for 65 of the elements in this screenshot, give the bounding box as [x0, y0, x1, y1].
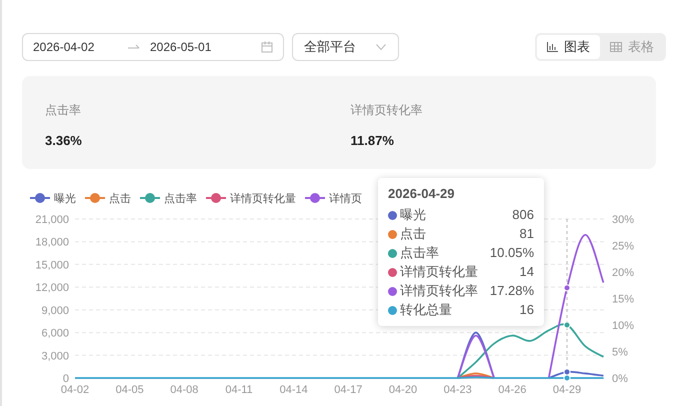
data-point [564, 284, 570, 292]
stat-value: 3.36% [45, 132, 83, 150]
platform-value: 全部平台 [304, 38, 356, 56]
tooltip-title: 2026-04-29 [388, 185, 456, 203]
axis-label: 04-20 [388, 384, 418, 396]
calendar-icon [261, 41, 273, 53]
axis-label: 18,000 [35, 236, 69, 249]
axis-label: 15% [612, 294, 634, 306]
axis-label: 04-26 [498, 384, 526, 396]
legend-marker-icon[interactable] [30, 193, 50, 203]
date-range-field[interactable]: 2026-04-02 2026-05-01 [22, 33, 284, 61]
tooltip-value: 16 [520, 301, 534, 320]
legend-label[interactable]: 详情页 [329, 193, 362, 205]
legend-label[interactable]: 点击率 [164, 193, 197, 205]
data-point [564, 322, 570, 328]
bar-chart-icon [547, 42, 558, 52]
axis-label: 04-02 [60, 384, 90, 396]
legend-label[interactable]: 点击 [109, 193, 131, 205]
platform-select[interactable]: 全部平台 [292, 33, 399, 61]
legend-marker-icon[interactable] [85, 193, 105, 203]
legend-label[interactable]: 详情页转化量 [230, 193, 296, 205]
axis-label: 9,000 [41, 304, 69, 317]
axis-label: 04-17 [334, 384, 362, 396]
view-tab[interactable]: 图表 [537, 35, 600, 59]
axis-label: 04-08 [170, 384, 198, 396]
tooltip-value: 14 [520, 263, 534, 282]
tooltip-label: 详情页转化量 [400, 263, 479, 282]
legend-marker-icon[interactable] [206, 193, 226, 203]
tooltip-value: 806 [512, 206, 534, 224]
axis-label: 04-23 [444, 384, 472, 396]
chevron-down-icon [376, 44, 386, 50]
stat-label: 点击率 [45, 102, 82, 119]
table-icon [610, 42, 622, 52]
tooltip-value: 81 [520, 225, 534, 244]
legend-label[interactable]: 曝光 [54, 193, 76, 205]
axis-label: 04-05 [116, 384, 144, 396]
axis-label: 04-29 [552, 384, 582, 396]
axis-label: 25% [612, 240, 634, 252]
axis-label: 04-14 [280, 384, 308, 396]
tooltip-label: 详情页转化率 [400, 282, 479, 300]
tooltip-label: 曝光 [400, 206, 427, 224]
stat-label: 详情页转化率 [350, 102, 424, 119]
axis-label: 12,000 [35, 282, 69, 294]
axis-label: 10% [612, 320, 634, 332]
stat-value: 11.87% [350, 132, 395, 150]
axis-label: 0% [612, 373, 628, 385]
axis-label: 0 [62, 373, 69, 385]
legend-marker-icon[interactable] [305, 193, 325, 203]
arrow-icon [128, 43, 140, 51]
axis-label: 04-11 [225, 384, 253, 396]
tooltip-label: 点击 [400, 225, 427, 244]
axis-label: 3,000 [41, 350, 69, 362]
axis-label: 15,000 [35, 259, 69, 272]
axis-label: 5% [612, 346, 628, 358]
axis-label: 20% [612, 267, 634, 279]
legend-marker-icon[interactable] [140, 193, 160, 203]
end-date: 2026-05-01 [150, 39, 212, 56]
tooltip-label: 转化总量 [400, 301, 453, 320]
tooltip-value: 10.05% [490, 244, 534, 262]
axis-label: 6,000 [41, 328, 69, 340]
start-date: 2026-04-02 [33, 39, 96, 56]
axis-label: 21,000 [35, 214, 69, 226]
axis-label: 30% [612, 214, 634, 226]
tooltip-value: 17.28% [490, 282, 534, 300]
tooltip-label: 点击率 [400, 244, 440, 262]
